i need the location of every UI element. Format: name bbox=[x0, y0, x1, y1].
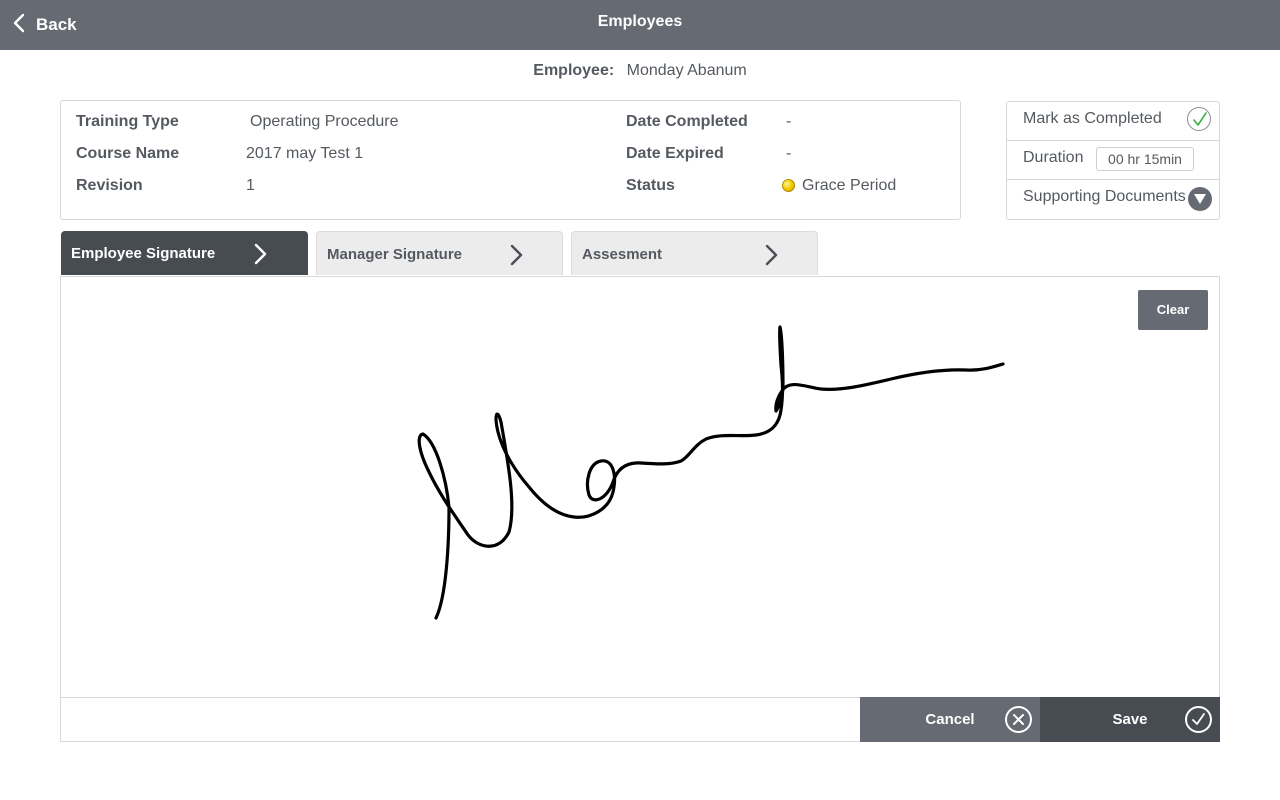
clear-button[interactable]: Clear bbox=[1138, 290, 1208, 330]
date-expired-value: - bbox=[786, 145, 792, 162]
tab-label: Employee Signature bbox=[71, 245, 216, 262]
employee-name: Monday Abanum bbox=[626, 62, 747, 79]
page-title: Employees bbox=[597, 13, 683, 30]
close-icon bbox=[1005, 706, 1032, 733]
signature-stroke bbox=[417, 325, 1005, 620]
signature-panel: Clear bbox=[60, 276, 1220, 742]
app-header: Back Employees bbox=[0, 0, 1280, 50]
date-completed-value: - bbox=[786, 113, 792, 130]
employee-line: Employee: Monday Abanum bbox=[0, 62, 1280, 80]
chevron-down-icon[interactable] bbox=[1188, 187, 1212, 211]
tab-manager-signature[interactable]: Manager Signature bbox=[316, 231, 563, 275]
revision-label: Revision bbox=[76, 177, 143, 194]
chevron-right-icon bbox=[765, 244, 778, 266]
tab-label: Manager Signature bbox=[327, 246, 463, 263]
completion-panel: Mark as Completed Duration 00 hr 15min S… bbox=[1006, 101, 1220, 220]
training-details-card: Training Type Operating Procedure Course… bbox=[60, 100, 961, 220]
tab-label: Assesment bbox=[582, 246, 663, 263]
duration-row: Duration 00 hr 15min bbox=[1007, 141, 1219, 180]
employee-label: Employee: bbox=[533, 62, 615, 79]
status-indicator-icon bbox=[782, 179, 795, 192]
course-name-value: 2017 may Test 1 bbox=[246, 145, 364, 162]
chevron-right-icon bbox=[510, 244, 523, 266]
duration-label: Duration bbox=[1023, 149, 1084, 166]
check-icon bbox=[1185, 706, 1212, 733]
signature-canvas[interactable]: Clear bbox=[61, 277, 1219, 698]
mark-completed-label: Mark as Completed bbox=[1023, 110, 1162, 127]
supporting-documents-label: Supporting Documents bbox=[1023, 188, 1186, 205]
chevron-right-icon bbox=[254, 243, 267, 265]
status-label: Status bbox=[626, 177, 675, 194]
mark-completed-row[interactable]: Mark as Completed bbox=[1007, 102, 1219, 141]
course-name-label: Course Name bbox=[76, 145, 180, 162]
supporting-documents-row[interactable]: Supporting Documents bbox=[1007, 180, 1219, 219]
status-value: Grace Period bbox=[802, 177, 897, 194]
tab-employee-signature[interactable]: Employee Signature bbox=[61, 231, 308, 275]
tab-assesment[interactable]: Assesment bbox=[571, 231, 818, 275]
duration-field[interactable]: 00 hr 15min bbox=[1096, 147, 1194, 171]
date-completed-label: Date Completed bbox=[626, 113, 748, 130]
training-type-label: Training Type bbox=[76, 113, 179, 130]
date-expired-label: Date Expired bbox=[626, 145, 724, 162]
cancel-button[interactable]: Cancel bbox=[860, 697, 1040, 742]
check-icon[interactable] bbox=[1187, 107, 1211, 131]
training-type-value: Operating Procedure bbox=[250, 113, 399, 130]
revision-value: 1 bbox=[246, 177, 255, 194]
save-button[interactable]: Save bbox=[1040, 697, 1220, 742]
